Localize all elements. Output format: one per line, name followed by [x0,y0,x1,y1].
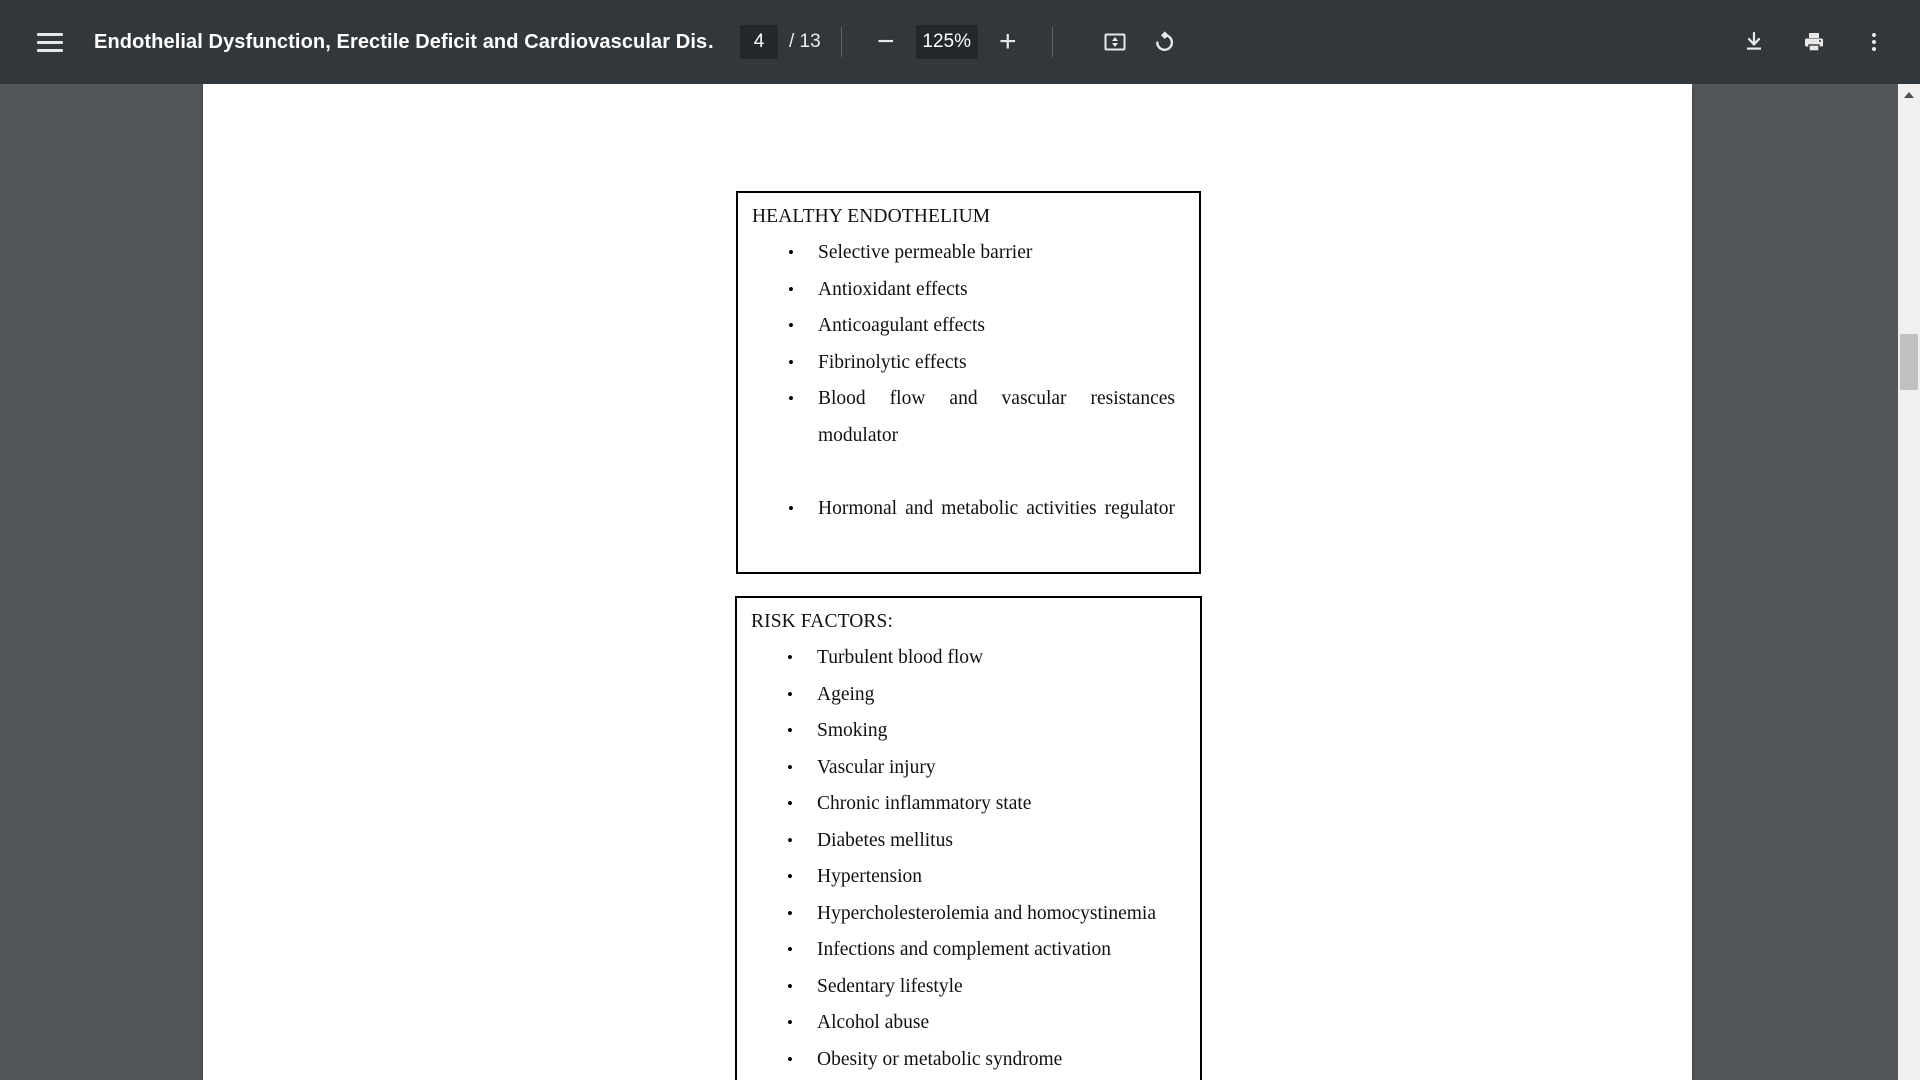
rotate-counterclockwise-icon [1155,31,1173,51]
minus-icon: − [876,25,895,58]
list-item: Blood flow and vascular resistances modu… [788,381,1175,491]
list-item: Sedentary lifestyle [787,969,1176,1006]
list-item: Hypertension [787,859,1176,896]
toolbar-right-actions [1718,18,1898,66]
page-count-label: / 13 [789,31,821,52]
page-title: Endothelial Dysfunction, Erectile Defici… [94,30,714,53]
pdf-toolbar: Endothelial Dysfunction, Erectile Defici… [0,0,1920,84]
fit-to-page-button[interactable] [1091,18,1139,66]
list-item: Antioxidant effects [788,272,1175,309]
list-item: Obesity or metabolic syndrome [787,1042,1176,1079]
scrollbar-thumb[interactable] [1900,334,1918,390]
zoom-out-button[interactable]: − [862,18,910,66]
plus-icon: + [998,25,1017,58]
zoom-controls: − 125% + [862,18,1032,66]
list-item: Alcohol abuse [787,1005,1176,1042]
scroll-up-arrow-icon[interactable] [1898,84,1920,106]
box-title: RISK FACTORS: [751,611,893,632]
print-icon [1805,33,1823,52]
fit-to-page-icon [1104,33,1126,51]
page-navigation: / 13 [740,25,821,59]
list-item: Diabetes mellitus [787,823,1176,860]
content-box-risk-factors: RISK FACTORS: Turbulent blood flow Agein… [735,596,1202,1080]
zoom-level-value[interactable]: 125% [915,25,978,59]
bullet-list: Selective permeable barrier Antioxidant … [738,235,1199,564]
list-item: Ageing [787,677,1176,714]
list-item: Fibrinolytic effects [788,345,1175,382]
hamburger-menu-icon[interactable] [26,18,74,66]
download-icon [1747,31,1761,50]
rotate-counterclockwise-button[interactable] [1139,18,1187,66]
bullet-list: Turbulent blood flow Ageing Smoking Vasc… [737,640,1200,1078]
download-button[interactable] [1730,18,1778,66]
print-button[interactable] [1790,18,1838,66]
list-item: Anticoagulant effects [788,308,1175,345]
list-item: Hormonal and metabolic activities regula… [788,491,1175,564]
list-item: Chronic inflammatory state [787,786,1176,823]
list-item: Infections and complement activation [787,932,1176,969]
list-item: Selective permeable barrier [788,235,1175,272]
more-options-button[interactable] [1850,18,1898,66]
box-title: HEALTHY ENDOTHELIUM [752,206,991,227]
more-vertical-icon [1872,30,1876,54]
toolbar-divider-2 [1051,27,1053,57]
pdf-viewer-area[interactable]: HEALTHY ENDOTHELIUM Selective permeable … [0,84,1920,1080]
list-item: Hypercholesterolemia and homocystinemia [787,896,1176,933]
zoom-in-button[interactable]: + [984,18,1032,66]
list-item: Vascular injury [787,750,1176,787]
view-controls [1091,18,1187,66]
pdf-page: HEALTHY ENDOTHELIUM Selective permeable … [203,84,1692,1080]
content-box-healthy-endothelium: HEALTHY ENDOTHELIUM Selective permeable … [736,191,1201,574]
list-item: Turbulent blood flow [787,640,1176,677]
vertical-scrollbar[interactable] [1898,84,1920,1080]
hamburger-lines [37,28,63,57]
toolbar-divider-1 [840,27,842,57]
page-number-input[interactable] [740,25,778,59]
list-item: Smoking [787,713,1176,750]
